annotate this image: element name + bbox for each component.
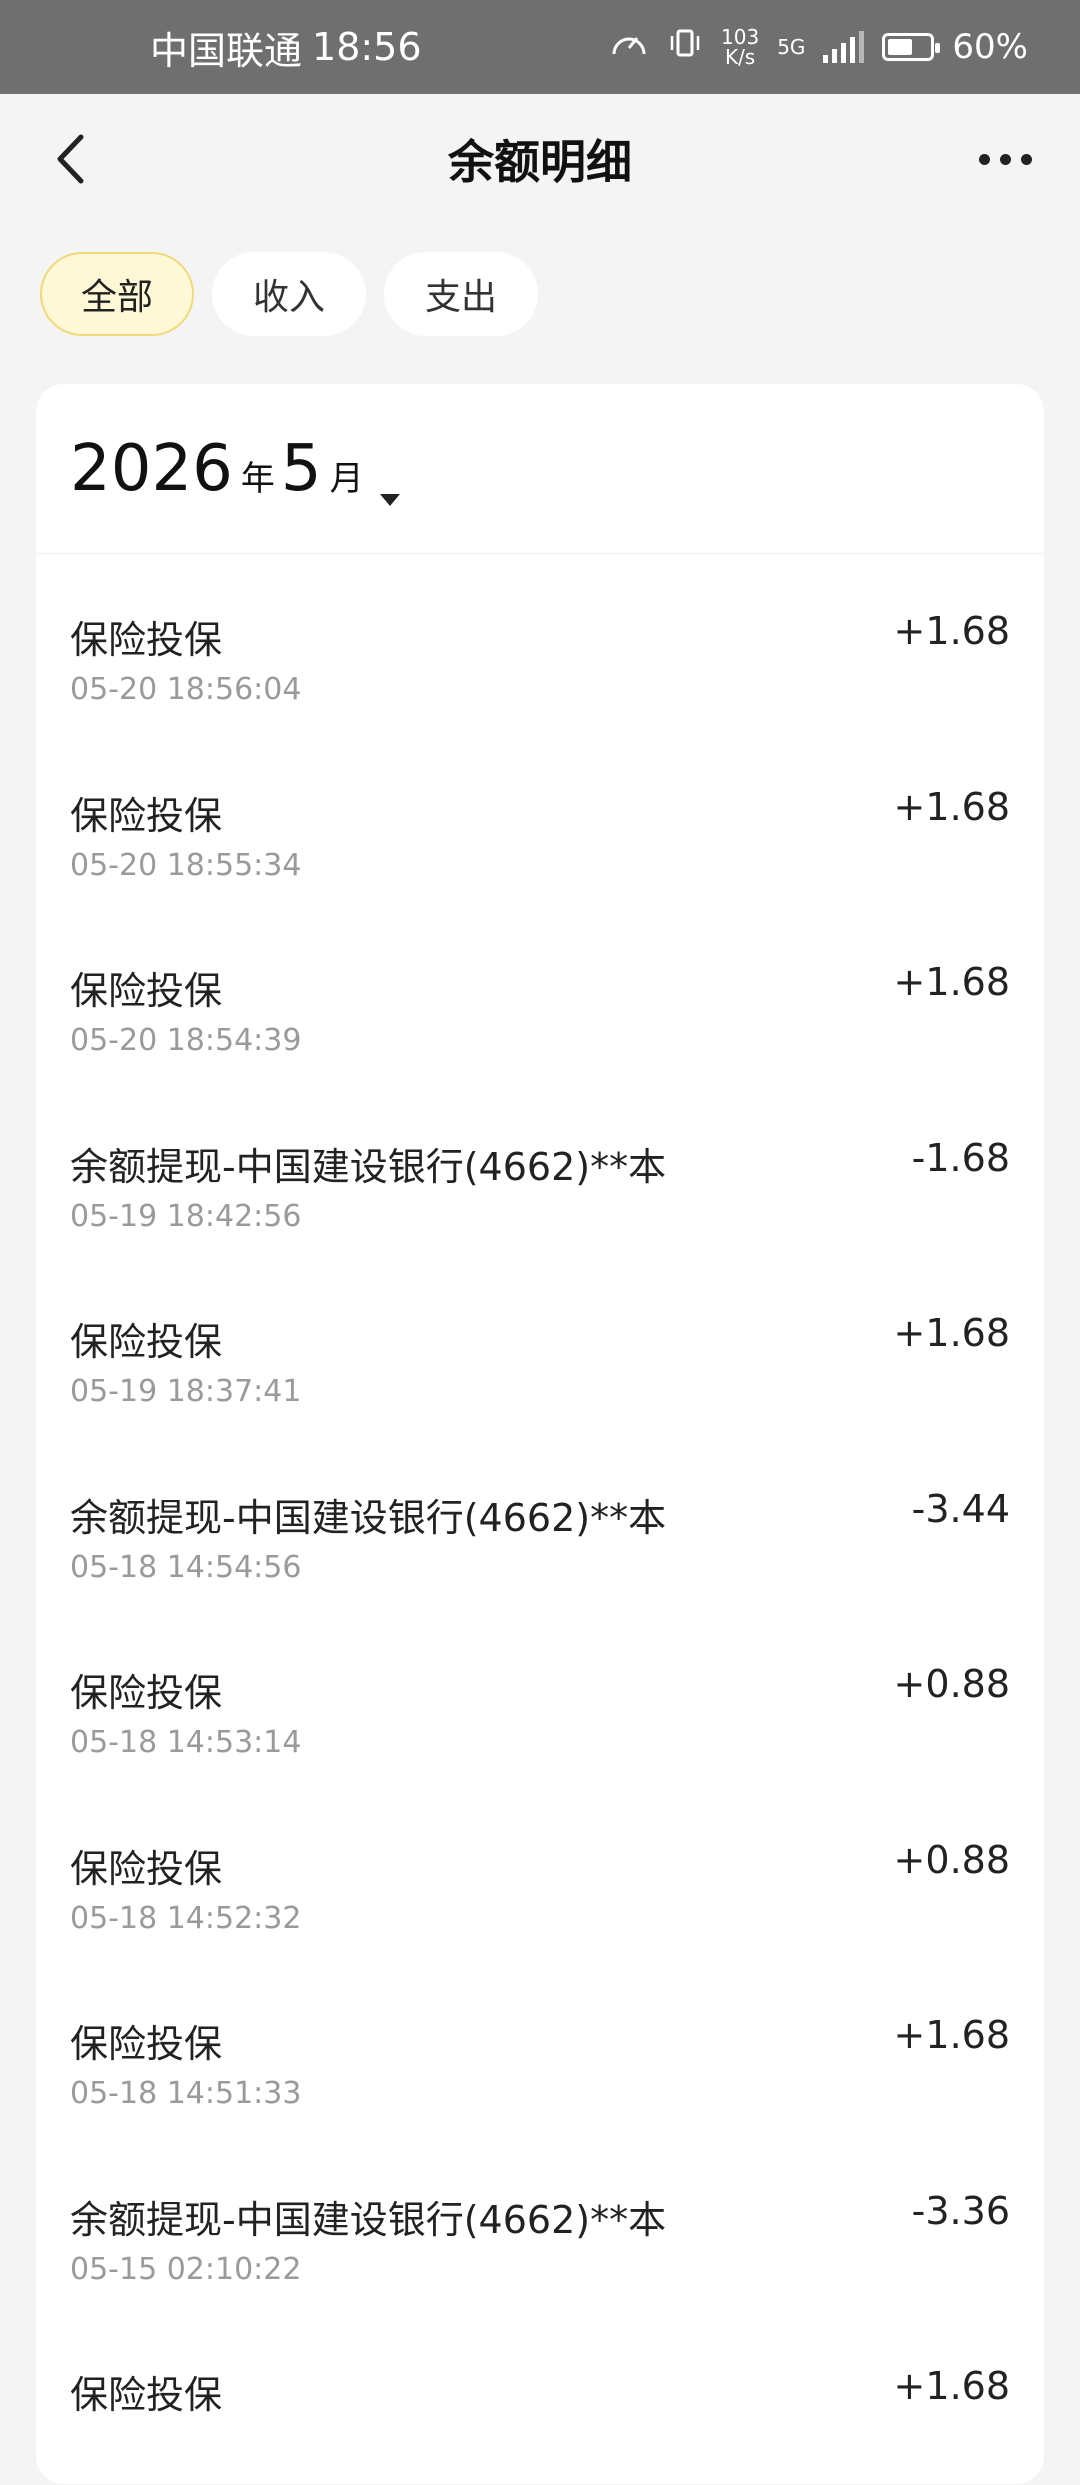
transaction-list: 保险投保 05-20 18:56:04 +1.68 保险投保 05-20 18:…: [36, 554, 1044, 2485]
transaction-time: 05-20 18:55:34: [70, 847, 302, 883]
year-suffix: 年: [240, 459, 275, 499]
signal-icon: [823, 31, 865, 63]
transaction-time: 05-18 14:51:33: [70, 2076, 302, 2111]
transaction-time: 05-19 18:42:56: [70, 1198, 302, 1234]
caret-down-icon: [379, 493, 400, 506]
tab-income[interactable]: 收入: [212, 252, 366, 336]
transaction-name: 保险投保: [70, 793, 223, 838]
transaction-name: 保险投保: [70, 2022, 223, 2066]
transactions-card: 2026 年 5 月 保险投保 05-20 18:56:04 +1.68 保险投…: [36, 384, 1044, 2484]
transaction-time: 05-20 18:54:39: [70, 1023, 302, 1058]
transaction-name: 保险投保: [70, 969, 223, 1013]
month-suffix: 月: [329, 459, 364, 499]
transaction-amount: +1.68: [893, 2013, 1010, 2057]
speedometer-icon: [609, 26, 649, 69]
tab-all[interactable]: 全部: [40, 252, 194, 336]
transaction-row[interactable]: 保险投保 +1.68: [36, 2309, 1044, 2485]
filter-tabs: 全部 收入 支出: [40, 252, 538, 336]
transaction-name: 保险投保: [70, 2373, 223, 2417]
status-left: 中国联通 18:56: [150, 0, 422, 94]
vibrate-icon: [667, 26, 703, 69]
transaction-name: 保险投保: [70, 1320, 223, 1364]
more-dot: [978, 153, 990, 165]
transaction-time: 05-18 14:54:56: [70, 1549, 302, 1585]
transaction-row[interactable]: 余额提现-中国建设银行(4662)**本 05-15 02:10:22 -3.3…: [36, 2134, 1044, 2310]
transaction-row[interactable]: 保险投保 05-18 14:52:32 +0.88: [36, 1783, 1044, 1959]
back-arrow-icon: [57, 134, 84, 184]
more-dot: [999, 153, 1011, 165]
transaction-time: 05-18 14:52:32: [70, 1900, 302, 1936]
transaction-row[interactable]: 余额提现-中国建设银行(4662)**本 05-18 14:54:56 -3.4…: [36, 1432, 1044, 1608]
carrier-name: 中国联通: [150, 28, 303, 73]
transaction-name: 余额提现-中国建设银行(4662)**本: [70, 1495, 667, 1540]
transaction-row[interactable]: 保险投保 05-19 18:37:41 +1.68: [36, 1256, 1044, 1432]
tab-expense[interactable]: 支出: [384, 252, 538, 336]
speed-value: 103: [721, 25, 760, 49]
more-button[interactable]: [970, 124, 1040, 194]
transaction-amount: +0.88: [893, 1837, 1010, 1882]
transaction-row[interactable]: 保险投保 05-20 18:54:39 +1.68: [36, 905, 1044, 1081]
status-time: 18:56: [312, 25, 422, 69]
status-right: 103 K/s 5G 60%: [609, 0, 1028, 94]
transaction-amount: +1.68: [893, 2364, 1010, 2408]
more-dot: [1020, 153, 1032, 165]
transaction-row[interactable]: 保险投保 05-20 18:56:04 +1.68: [36, 554, 1044, 730]
page-title: 余额明细: [448, 135, 632, 189]
year-value: 2026: [70, 432, 233, 506]
network-label: 5G: [777, 35, 806, 59]
battery-percent: 60%: [952, 27, 1028, 67]
transaction-time: 05-20 18:56:04: [70, 672, 302, 707]
transaction-amount: -3.36: [911, 2188, 1010, 2233]
transaction-amount: +1.68: [893, 784, 1010, 829]
transaction-amount: +1.68: [893, 960, 1010, 1004]
transaction-name: 保险投保: [70, 1671, 223, 1715]
transaction-amount: -3.44: [911, 1486, 1010, 1531]
transaction-row[interactable]: 保险投保 05-18 14:53:14 +0.88: [36, 1607, 1044, 1783]
status-bar: 中国联通 18:56 103 K/s 5G 60%: [0, 0, 1080, 94]
transaction-amount: +1.68: [893, 609, 1010, 653]
transaction-name: 余额提现-中国建设银行(4662)**本: [70, 2197, 667, 2242]
network-speed: 103 K/s: [721, 27, 759, 67]
transaction-row[interactable]: 余额提现-中国建设银行(4662)**本 05-19 18:42:56 -1.6…: [36, 1081, 1044, 1257]
transaction-amount: -1.68: [911, 1135, 1010, 1180]
transaction-name: 保险投保: [70, 1846, 223, 1891]
transaction-time: 05-19 18:37:41: [70, 1374, 302, 1409]
header: 余额明细: [0, 94, 1080, 224]
speed-unit: K/s: [724, 45, 756, 69]
back-button[interactable]: [40, 124, 100, 194]
battery-icon: [882, 33, 941, 61]
transaction-name: 保险投保: [70, 618, 223, 662]
battery-fill: [888, 39, 913, 55]
transaction-amount: +0.88: [893, 1662, 1010, 1706]
transaction-time: 05-18 14:53:14: [70, 1725, 302, 1760]
month-value: 5: [280, 432, 322, 506]
month-selector[interactable]: 2026 年 5 月: [36, 384, 1044, 554]
transaction-row[interactable]: 保险投保 05-20 18:55:34 +1.68: [36, 730, 1044, 906]
network-type: 5G: [777, 37, 805, 57]
transaction-amount: +1.68: [893, 1311, 1010, 1355]
transaction-name: 余额提现-中国建设银行(4662)**本: [70, 1144, 667, 1189]
transaction-time: 05-15 02:10:22: [70, 2251, 302, 2287]
transaction-row[interactable]: 保险投保 05-18 14:51:33 +1.68: [36, 1958, 1044, 2134]
